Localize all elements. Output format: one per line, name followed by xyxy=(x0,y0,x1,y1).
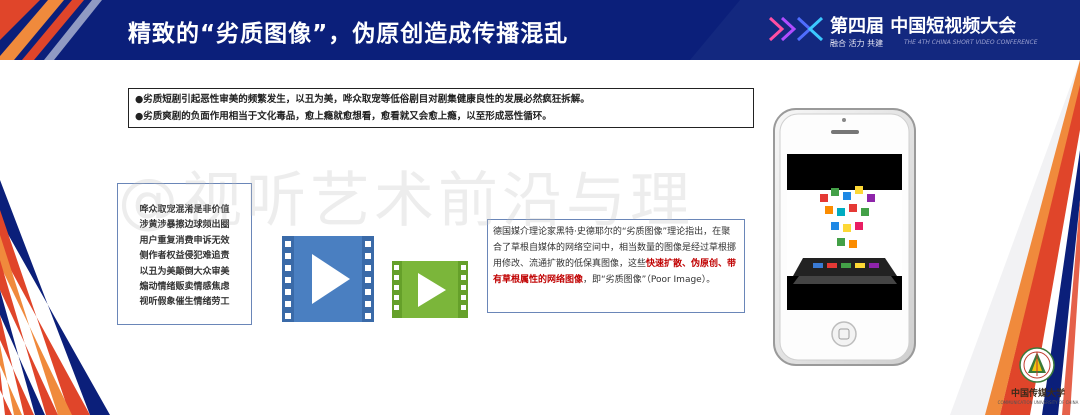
bullet-box: ●劣质短剧引起恶性审美的频繁发生，以丑为美，哗众取宠等低俗剧目对剧集健康良性的发… xyxy=(128,88,754,128)
issue-line: 用户重复消费申诉无效 xyxy=(139,235,230,246)
issue-line: 涉黄涉暴擦边球频出圈 xyxy=(139,220,230,231)
page-title: 精致的“劣质图像”，伪原创造成传播混乱 xyxy=(128,21,569,47)
issue-line: 侧作者权益侵犯难追责 xyxy=(139,251,230,262)
play-video-icon-green xyxy=(392,261,468,318)
university-english: COMMUNICATION UNIVERSITY OF CHINA xyxy=(997,400,1079,405)
header-left-stripes xyxy=(0,0,102,60)
issue-line: 视听假象催生情绪劳工 xyxy=(139,297,230,308)
brand-logo: 第四届 中国短视频大会 融合 活力 共建 THE 4TH CHINA SHORT… xyxy=(768,8,1073,54)
smartphone-icon xyxy=(773,108,916,366)
issues-list-box: 哗众取宠混淆是非价值 涉黄涉暴擦边球频出圈 用户重复消费申诉无效 侧作者权益侵犯… xyxy=(117,183,252,325)
issue-line: 哗众取宠混淆是非价值 xyxy=(139,205,230,215)
theory-text-end: ，即“劣质图像”（Poor Image）。 xyxy=(583,275,716,285)
brand-english: THE 4TH CHINA SHORT VIDEO CONFERENCE xyxy=(904,39,1038,46)
play-video-icon-blue xyxy=(282,236,374,322)
header-bar: 精致的“劣质图像”，伪原创造成传播混乱 第四届 中国短视频大会 融合 活力 共建… xyxy=(0,0,1080,60)
issue-line: 以丑为美颠倒大众审美 xyxy=(139,266,230,277)
issue-line: 煽动情绪贩卖情感焦虑 xyxy=(139,282,230,293)
brand-slogan: 融合 活力 共建 xyxy=(830,39,884,48)
bullet-item: ●劣质爽剧的负面作用相当于文化毒品，愈上瘾就愈想看，愈看就又会愈上瘾，以至形成恶… xyxy=(135,111,552,122)
university-name: 中国传媒大学 xyxy=(1010,389,1065,399)
bullet-item: ●劣质短剧引起恶性审美的频繁发生，以丑为美，哗众取宠等低俗剧目对剧集健康良性的发… xyxy=(135,94,590,105)
left-stripes-decoration xyxy=(0,180,110,415)
slide: 精致的“劣质图像”，伪原创造成传播混乱 第四届 中国短视频大会 融合 活力 共建… xyxy=(0,0,1080,415)
brand-logo-icon xyxy=(768,16,824,42)
brand-name: 第四届 中国短视频大会 xyxy=(830,16,1017,37)
theory-text-box: 德国媒介理论家黑特·史德耶尔的“劣质图像”理论指出，在聚合了草根自媒体的网络空间… xyxy=(487,219,745,313)
